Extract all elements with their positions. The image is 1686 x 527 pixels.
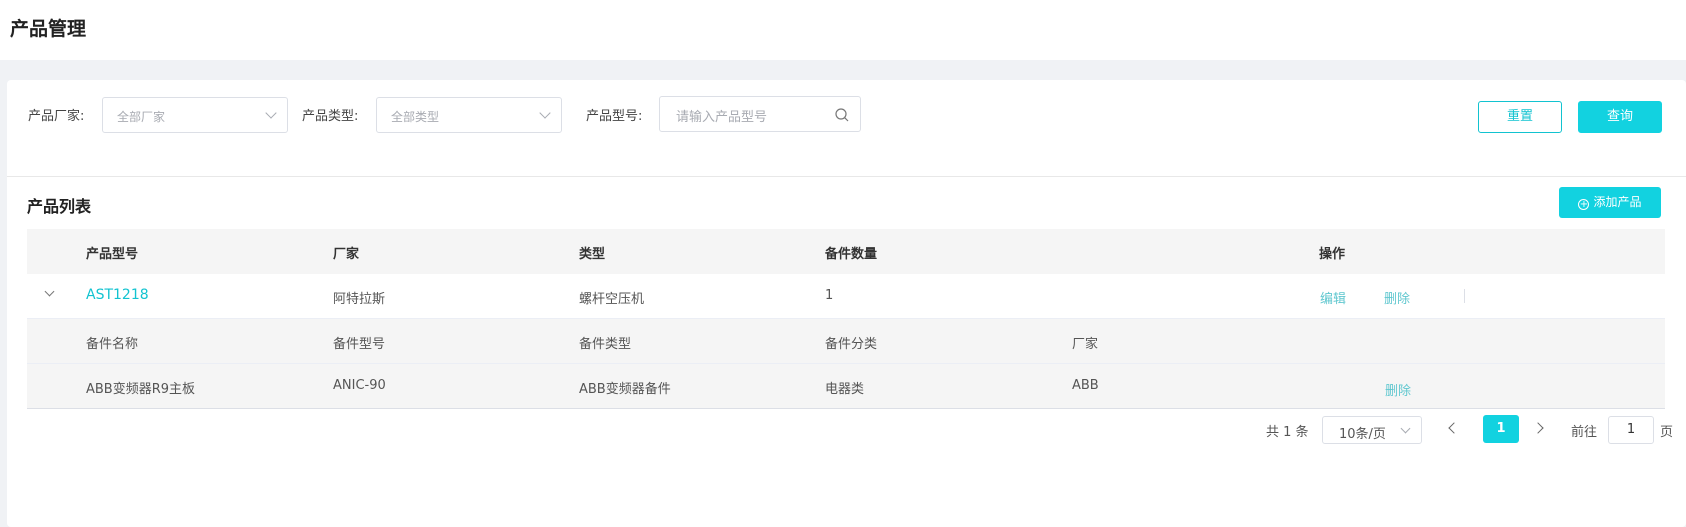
chevron-down-icon <box>1400 423 1411 434</box>
spare-column-header: 备件名称 <box>86 337 139 352</box>
model-search-placeholder: 请输入产品型号 <box>676 110 768 125</box>
product-manufacturer: 阿特拉斯 <box>333 292 386 307</box>
chevron-down-icon <box>539 107 551 119</box>
pagination-total: 共 1 条 <box>1266 425 1309 440</box>
filter-form: 产品厂家: 全部厂家 产品类型: 全部类型 产品型号: 请输入产品型号 重置 查… <box>7 80 1686 177</box>
manufacturer-select[interactable]: 全部厂家 <box>102 97 288 133</box>
goto-page-input[interactable]: 1 <box>1608 416 1654 444</box>
action-separator <box>1464 289 1465 303</box>
type-filter-label: 产品类型: <box>302 109 359 124</box>
prev-page-icon[interactable] <box>1448 422 1460 434</box>
model-filter-label: 产品型号: <box>586 109 643 124</box>
pagination: 共 1 条 10条/页 1 前往 1 页 <box>7 414 1686 444</box>
page-number-button[interactable]: 1 <box>1483 415 1519 443</box>
add-product-label: 添加产品 <box>1593 195 1642 209</box>
product-type: 螺杆空压机 <box>579 292 645 307</box>
spare-category: 电器类 <box>825 382 865 397</box>
type-select-placeholder: 全部类型 <box>391 110 440 124</box>
search-icon[interactable] <box>834 107 850 123</box>
manufacturer-filter-label: 产品厂家: <box>28 109 85 124</box>
column-header: 备件数量 <box>825 247 878 262</box>
spare-name: ABB变频器R9主板 <box>86 382 196 397</box>
add-product-button[interactable]: + 添加产品 <box>1559 187 1661 218</box>
header-bar: 产品管理 <box>0 0 1686 60</box>
spare-count: 1 <box>825 288 834 303</box>
plus-circle-icon: + <box>1578 199 1590 210</box>
query-button[interactable]: 查询 <box>1578 101 1662 133</box>
table-row: AST1218 阿特拉斯 螺杆空压机 1 编辑 删除 <box>27 274 1665 319</box>
content-card: 产品厂家: 全部厂家 产品类型: 全部类型 产品型号: 请输入产品型号 重置 查… <box>7 80 1686 527</box>
page-size-select[interactable]: 10条/页 <box>1322 416 1422 444</box>
next-page-icon[interactable] <box>1532 422 1544 434</box>
spare-column-header: 厂家 <box>1072 337 1099 352</box>
manufacturer-select-placeholder: 全部厂家 <box>117 110 166 124</box>
page-title: 产品管理 <box>10 18 87 40</box>
spare-column-header: 备件分类 <box>825 337 878 352</box>
chevron-down-icon <box>265 107 277 119</box>
type-select[interactable]: 全部类型 <box>376 97 562 133</box>
spare-column-header: 备件型号 <box>333 337 386 352</box>
edit-link[interactable]: 编辑 <box>1320 288 1346 307</box>
page-size-value: 10条/页 <box>1339 427 1386 442</box>
spare-manufacturer: ABB <box>1072 378 1099 393</box>
expand-chevron-icon[interactable] <box>44 286 55 297</box>
column-header: 产品型号 <box>86 247 139 262</box>
spare-column-header: 备件类型 <box>579 337 632 352</box>
delete-link[interactable]: 删除 <box>1384 288 1410 307</box>
spare-row: ABB变频器R9主板 ANIC-90 ABB变频器备件 电器类 ABB 删除 <box>27 364 1665 409</box>
column-header: 操作 <box>1319 247 1346 262</box>
goto-label: 前往 <box>1571 425 1598 440</box>
spare-delete-link[interactable]: 删除 <box>1385 380 1411 399</box>
column-header: 类型 <box>579 247 606 262</box>
product-model-link[interactable]: AST1218 <box>86 287 149 303</box>
spare-type: ABB变频器备件 <box>579 382 671 397</box>
page-suffix: 页 <box>1660 425 1674 440</box>
table-header-row: 产品型号 厂家 类型 备件数量 操作 <box>27 229 1665 274</box>
spare-header-row: 备件名称 备件型号 备件类型 备件分类 厂家 <box>27 319 1665 364</box>
reset-button[interactable]: 重置 <box>1478 101 1562 133</box>
column-header: 厂家 <box>333 247 360 262</box>
spare-model: ANIC-90 <box>333 378 386 393</box>
product-list-title: 产品列表 <box>27 197 92 216</box>
model-search-input[interactable]: 请输入产品型号 <box>659 96 861 132</box>
